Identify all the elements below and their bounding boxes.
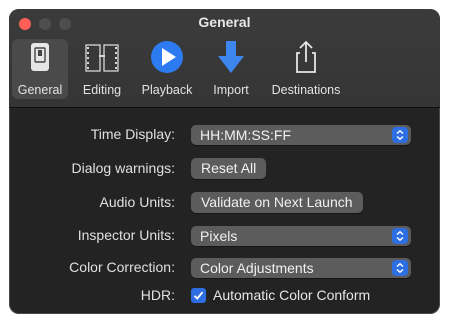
toolbar-label-playback: Playback bbox=[141, 83, 193, 97]
validate-on-next-launch-button[interactable]: Validate on Next Launch bbox=[191, 192, 363, 213]
color-correction-popup[interactable]: Color Adjustments bbox=[191, 258, 411, 278]
toolbar-label-general: General bbox=[17, 83, 63, 97]
audio-units-label: Audio Units: bbox=[99, 194, 175, 210]
play-icon bbox=[148, 39, 186, 77]
chevron-up-down-icon bbox=[392, 228, 408, 244]
time-display-label: Time Display: bbox=[90, 126, 175, 142]
chevron-up-down-icon bbox=[392, 260, 408, 276]
general-switch-icon bbox=[21, 39, 59, 77]
time-display-value: HH:MM:SS:FF bbox=[200, 127, 291, 143]
toolbar-item-import[interactable]: Import bbox=[206, 39, 256, 99]
inspector-units-popup[interactable]: Pixels bbox=[191, 226, 411, 246]
titlebar: General General Editing Playback Import … bbox=[9, 9, 440, 108]
reset-all-button[interactable]: Reset All bbox=[191, 158, 267, 179]
time-display-popup[interactable]: HH:MM:SS:FF bbox=[191, 125, 411, 145]
color-correction-label: Color Correction: bbox=[69, 259, 175, 275]
toolbar-label-import: Import bbox=[213, 83, 249, 97]
toolbar-item-editing[interactable]: Editing bbox=[75, 39, 129, 99]
toolbar-label-destinations: Destinations bbox=[271, 83, 341, 97]
import-arrow-icon bbox=[212, 39, 250, 77]
dialog-warnings-label: Dialog warnings: bbox=[71, 160, 176, 176]
toolbar-label-editing: Editing bbox=[82, 83, 122, 97]
film-strip-icon bbox=[83, 39, 121, 77]
chevron-up-down-icon bbox=[392, 127, 408, 143]
color-correction-value: Color Adjustments bbox=[200, 260, 314, 276]
checkmark-icon bbox=[193, 291, 204, 300]
window-title: General bbox=[198, 14, 251, 30]
preferences-window: General General Editing Playback Import … bbox=[9, 9, 440, 314]
automatic-color-conform-checkbox[interactable] bbox=[191, 288, 206, 303]
share-icon bbox=[287, 39, 325, 77]
toolbar-item-playback[interactable]: Playback bbox=[137, 39, 197, 99]
toolbar-item-destinations[interactable]: Destinations bbox=[266, 39, 346, 99]
inspector-units-label: Inspector Units: bbox=[77, 227, 175, 243]
inspector-units-value: Pixels bbox=[200, 228, 238, 244]
automatic-color-conform-label[interactable]: Automatic Color Conform bbox=[213, 287, 370, 303]
hdr-label: HDR: bbox=[140, 287, 175, 303]
toolbar-item-general[interactable]: General bbox=[12, 39, 68, 99]
